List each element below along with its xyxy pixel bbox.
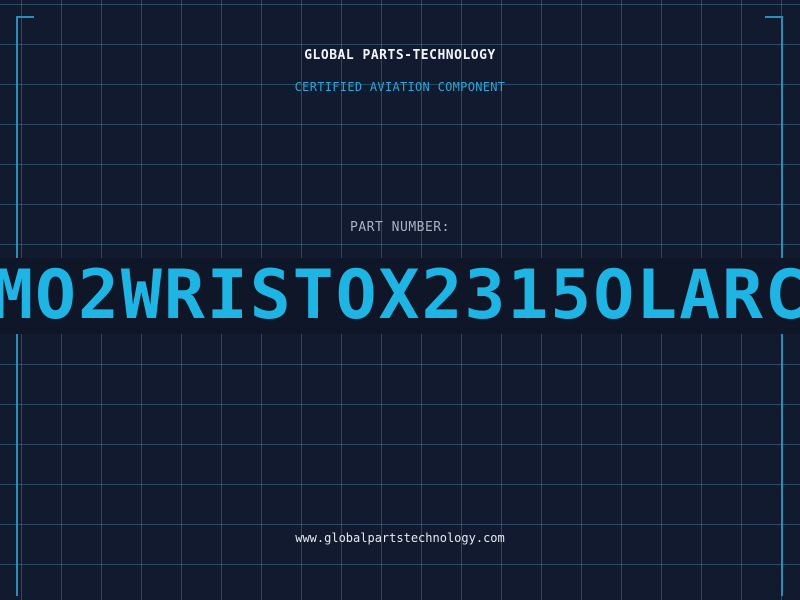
frame-corner-top-right [765, 16, 783, 18]
brand-title: GLOBAL PARTS-TECHNOLOGY [304, 48, 496, 63]
part-number-label: PART NUMBER: [350, 220, 450, 235]
part-label-card: GLOBAL PARTS-TECHNOLOGY CERTIFIED AVIATI… [0, 0, 800, 600]
frame-corner-top-left [16, 16, 34, 18]
part-number-band: MO2WRISTOX2315OLARC [0, 258, 800, 334]
website-url: www.globalpartstechnology.com [295, 531, 505, 545]
part-number-value: MO2WRISTOX2315OLARC [0, 258, 800, 334]
certification-subtitle: CERTIFIED AVIATION COMPONENT [294, 80, 506, 94]
